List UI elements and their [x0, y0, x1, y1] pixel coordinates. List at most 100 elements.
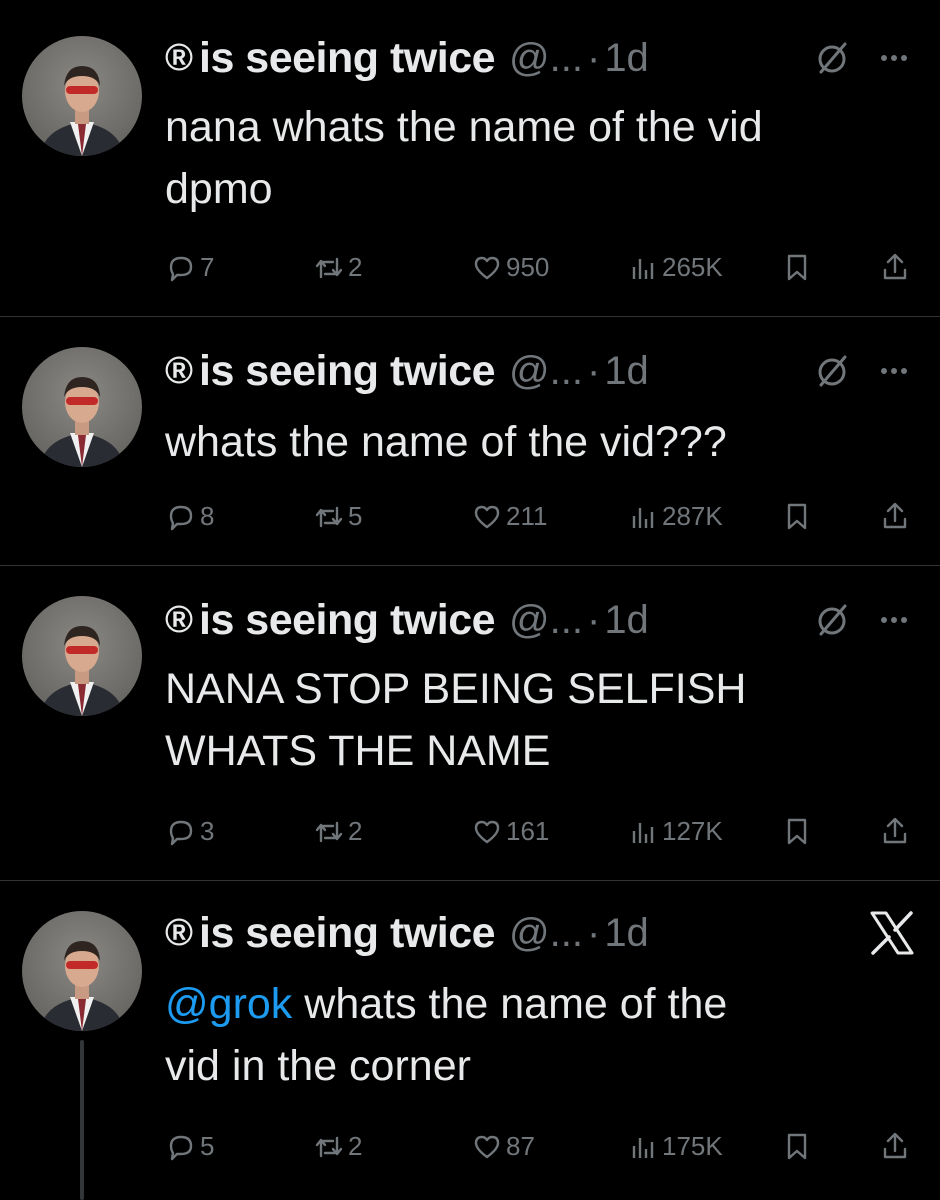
retweet-icon — [315, 506, 343, 527]
share-button[interactable] — [880, 501, 914, 531]
display-name[interactable]: is seeing twice — [199, 34, 496, 83]
avatar[interactable] — [22, 347, 142, 467]
avatar[interactable] — [22, 36, 142, 156]
separator-dot: · — [586, 597, 601, 642]
tweet-text-rest: whats the name of the — [292, 980, 728, 1028]
tweet-4[interactable]: ® is seeing twice @... · 1d @grok whats … — [0, 881, 940, 1200]
share-button[interactable] — [880, 252, 914, 282]
share-button[interactable] — [880, 816, 914, 846]
views-button[interactable]: 127K — [628, 816, 723, 847]
more-icon[interactable] — [874, 351, 914, 391]
retweet-icon — [315, 821, 343, 842]
retweet-button[interactable]: 2 — [314, 252, 362, 283]
separator-dot: · — [586, 910, 601, 955]
retweet-button[interactable]: 2 — [314, 816, 362, 847]
reply-icon — [169, 820, 193, 845]
tweet-text-line: WHATS THE NAME — [165, 727, 551, 775]
user-handle[interactable]: @... — [509, 349, 583, 394]
analytics-icon — [632, 507, 654, 528]
avatar[interactable] — [22, 911, 142, 1031]
display-name[interactable]: is seeing twice — [199, 596, 496, 645]
display-name[interactable]: is seeing twice — [199, 909, 496, 958]
timestamp[interactable]: 1d — [604, 349, 649, 394]
retweet-button[interactable]: 5 — [314, 501, 362, 532]
user-handle[interactable]: @... — [509, 598, 583, 643]
reply-count: 5 — [200, 1131, 215, 1161]
timestamp[interactable]: 1d — [604, 598, 649, 643]
x-logo-icon[interactable] — [866, 907, 918, 959]
view-count: 287K — [662, 501, 723, 531]
retweet-count: 2 — [348, 1131, 363, 1161]
reply-button[interactable]: 7 — [166, 252, 214, 283]
heart-icon — [474, 1135, 500, 1158]
display-name[interactable]: is seeing twice — [199, 347, 496, 396]
bookmark-icon — [787, 1133, 807, 1160]
analytics-icon — [632, 822, 654, 843]
more-icon[interactable] — [874, 38, 914, 78]
share-button[interactable] — [880, 1131, 914, 1161]
grok-icon[interactable] — [812, 38, 852, 78]
registered-icon: ® — [165, 911, 193, 954]
user-handle[interactable]: @... — [509, 911, 583, 956]
like-button[interactable]: 87 — [472, 1131, 535, 1162]
tweet-text: @grok whats the name of the vid in the c… — [165, 973, 915, 1097]
reply-icon — [169, 1135, 193, 1160]
reply-icon — [169, 256, 193, 281]
like-button[interactable]: 161 — [472, 816, 549, 847]
reply-count: 7 — [200, 252, 215, 282]
reply-button[interactable]: 3 — [166, 816, 214, 847]
reply-button[interactable]: 5 — [166, 1131, 214, 1162]
tweet-text-line: NANA STOP BEING SELFISH — [165, 665, 747, 713]
bookmark-button[interactable] — [782, 816, 816, 846]
tweet-1[interactable]: ® is seeing twice @... · 1d nana whats t… — [0, 0, 940, 316]
avatar[interactable] — [22, 596, 142, 716]
grok-icon[interactable] — [812, 600, 852, 640]
analytics-icon — [632, 258, 654, 279]
timestamp[interactable]: 1d — [604, 36, 649, 81]
tweet-header: ® is seeing twice @... · 1d — [165, 590, 649, 650]
tweet-text: NANA STOP BEING SELFISH WHATS THE NAME — [165, 658, 915, 782]
bookmark-button[interactable] — [782, 501, 816, 531]
tweet-actions: 3 2 161 127K — [0, 816, 940, 856]
avatar-image — [40, 941, 124, 1031]
registered-icon: ® — [165, 349, 193, 392]
tweet-actions: 8 5 211 287K — [0, 501, 940, 541]
like-button[interactable]: 211 — [472, 501, 547, 532]
retweet-button[interactable]: 2 — [314, 1131, 362, 1162]
tweet-3[interactable]: ® is seeing twice @... · 1d NANA STOP BE… — [0, 566, 940, 880]
bookmark-icon — [787, 254, 807, 281]
bookmark-icon — [787, 818, 807, 845]
views-button[interactable]: 265K — [628, 252, 723, 283]
like-count: 87 — [506, 1131, 535, 1161]
thread-line — [80, 1040, 84, 1200]
views-button[interactable]: 287K — [628, 501, 723, 532]
user-handle[interactable]: @... — [509, 36, 583, 81]
tweet-actions: 7 2 950 265K — [0, 252, 940, 292]
separator-dot: · — [586, 348, 601, 393]
timestamp[interactable]: 1d — [604, 911, 649, 956]
share-icon — [883, 1132, 907, 1159]
tweet-2[interactable]: ® is seeing twice @... · 1d whats the na… — [0, 317, 940, 565]
more-icon[interactable] — [874, 600, 914, 640]
views-button[interactable]: 175K — [628, 1131, 723, 1162]
tweet-text-line: @grok whats the name of the — [165, 973, 915, 1035]
tweet-text-line: vid in the corner — [165, 1042, 471, 1090]
analytics-icon — [632, 1137, 654, 1158]
bookmark-button[interactable] — [782, 1131, 816, 1161]
bookmark-button[interactable] — [782, 252, 816, 282]
view-count: 265K — [662, 252, 723, 282]
tweet-text: nana whats the name of the vid dpmo — [165, 96, 915, 220]
tweet-actions: 5 2 87 175K — [0, 1131, 940, 1171]
share-icon — [883, 817, 907, 844]
grok-icon[interactable] — [812, 351, 852, 391]
view-count: 175K — [662, 1131, 723, 1161]
avatar-image — [40, 626, 124, 716]
like-button[interactable]: 950 — [472, 252, 549, 283]
registered-icon: ® — [165, 598, 193, 641]
tweet-text-line: dpmo — [165, 165, 273, 213]
reply-button[interactable]: 8 — [166, 501, 214, 532]
heart-icon — [474, 820, 500, 843]
mention-link[interactable]: @grok — [165, 980, 292, 1028]
like-count: 950 — [506, 252, 550, 282]
registered-icon: ® — [165, 36, 193, 79]
